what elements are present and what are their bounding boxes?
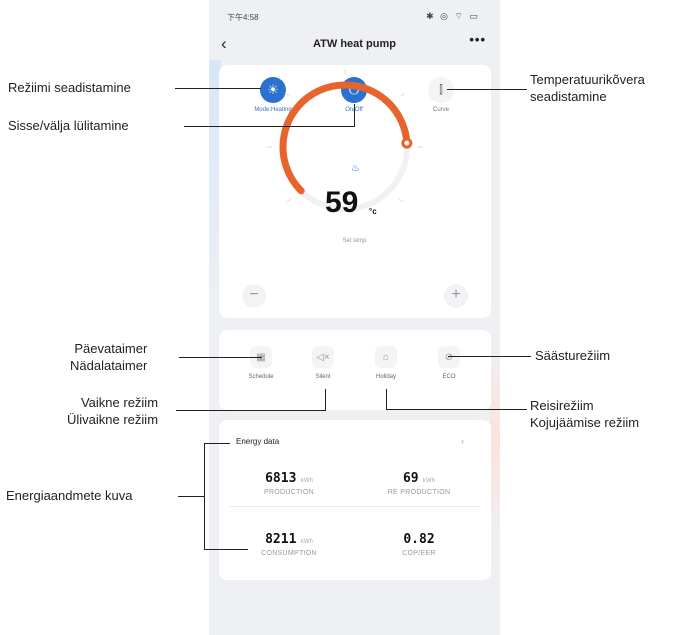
production-unit: kWh (300, 478, 313, 484)
leader-line-curve (447, 89, 527, 90)
leaf-icon: ⊘ (438, 346, 460, 368)
chart-icon: ⫿ (428, 77, 454, 103)
more-menu-icon[interactable]: ••• (469, 32, 486, 47)
chevron-right-icon[interactable]: › (461, 436, 464, 446)
production-value: 6813 (265, 471, 297, 486)
annotation-mode: Režiimi seadistamine (8, 80, 131, 95)
leader-line-energy-v (204, 443, 205, 550)
annotation-timer: Päevataimer Nädalataimer (70, 341, 148, 373)
production-label: PRODUCTION (263, 489, 315, 496)
dial-knob[interactable] (401, 137, 413, 149)
eco-button[interactable]: ⊘ ECO (424, 346, 474, 380)
re-production-unit: kWh (423, 478, 436, 484)
holiday-label: Holiday (375, 374, 396, 380)
status-icons: ✱ ◎ ⌔ ▭ (426, 11, 480, 21)
re-production-stat: 69 kWh RE PRODUCTION (359, 469, 479, 496)
re-production-label: RE PRODUCTION (387, 489, 451, 496)
leader-line-silent-v (325, 389, 326, 411)
leader-line-silent (176, 410, 325, 411)
annotation-power: Sisse/välja lülitamine (8, 118, 129, 133)
page-title: ATW heat pump (313, 38, 396, 50)
status-time: 下午4:58 (227, 13, 259, 22)
leader-line-holiday-v (386, 389, 387, 410)
annotation-energy: Energiaandmete kuva (6, 488, 133, 503)
leader-line-energy (178, 496, 204, 497)
leader-line-timer (179, 357, 262, 358)
set-temp-label: Set temp (342, 238, 367, 244)
holiday-button[interactable]: ⌂ Holiday (361, 346, 411, 380)
energy-title: Energy data (236, 437, 280, 446)
cop-label: COP/EER (402, 550, 436, 557)
annotation-holiday: Reisirežiim Kojujäämise režiim (530, 398, 640, 430)
schedule-button[interactable]: ▦ Schedule (236, 346, 286, 380)
silent-button[interactable]: ◁× Silent (298, 346, 348, 380)
home-icon: ⌂ (375, 346, 397, 368)
heating-icon: ♨ (351, 163, 360, 174)
increase-temp-button[interactable]: + (444, 284, 468, 308)
leader-line-energy-top (204, 443, 230, 444)
annotation-eco: Säästurežiim (535, 348, 611, 363)
annotation-silent: Vaikne režiim Ülivaikne režiim (67, 395, 159, 427)
production-stat: 6813 kWh PRODUCTION (229, 469, 349, 496)
leader-line-mode (175, 88, 261, 89)
nav-bar: ‹ ATW heat pump ••• (209, 32, 500, 58)
leader-line-eco (448, 356, 531, 357)
annotation-curve: Temperatuurikõvera seadistamine (530, 72, 645, 104)
silent-label: Silent (315, 374, 331, 380)
eco-label: ECO (442, 374, 456, 380)
schedule-label: Schedule (248, 374, 274, 380)
temp-unit: °c (369, 207, 377, 216)
leader-line-power (184, 126, 354, 127)
consumption-label: CONSUMPTION (261, 550, 317, 557)
re-production-value: 69 (402, 471, 419, 486)
background-glow-right (490, 330, 500, 550)
status-bar: 下午4:58 ✱ ◎ ⌔ ▭ (209, 10, 500, 26)
leader-line-energy-bottom (204, 549, 248, 550)
consumption-stat: 8211 kWh CONSUMPTION (229, 530, 349, 557)
decrease-temp-button[interactable]: − (242, 284, 266, 308)
dial-progress-arc (279, 81, 411, 195)
cop-stat: 0.82 COP/EER (359, 530, 479, 557)
energy-divider (229, 506, 481, 507)
leader-line-holiday (386, 409, 527, 410)
cop-value: 0.82 (403, 532, 435, 547)
set-temp-value: 59 (325, 186, 359, 219)
phone-screen: 下午4:58 ✱ ◎ ⌔ ▭ ‹ ATW heat pump ••• ☀ Mod… (209, 0, 500, 635)
consumption-unit: kWh (300, 539, 313, 545)
consumption-value: 8211 (265, 532, 297, 547)
mute-icon: ◁× (312, 346, 334, 368)
leader-line-power-v (354, 104, 355, 127)
